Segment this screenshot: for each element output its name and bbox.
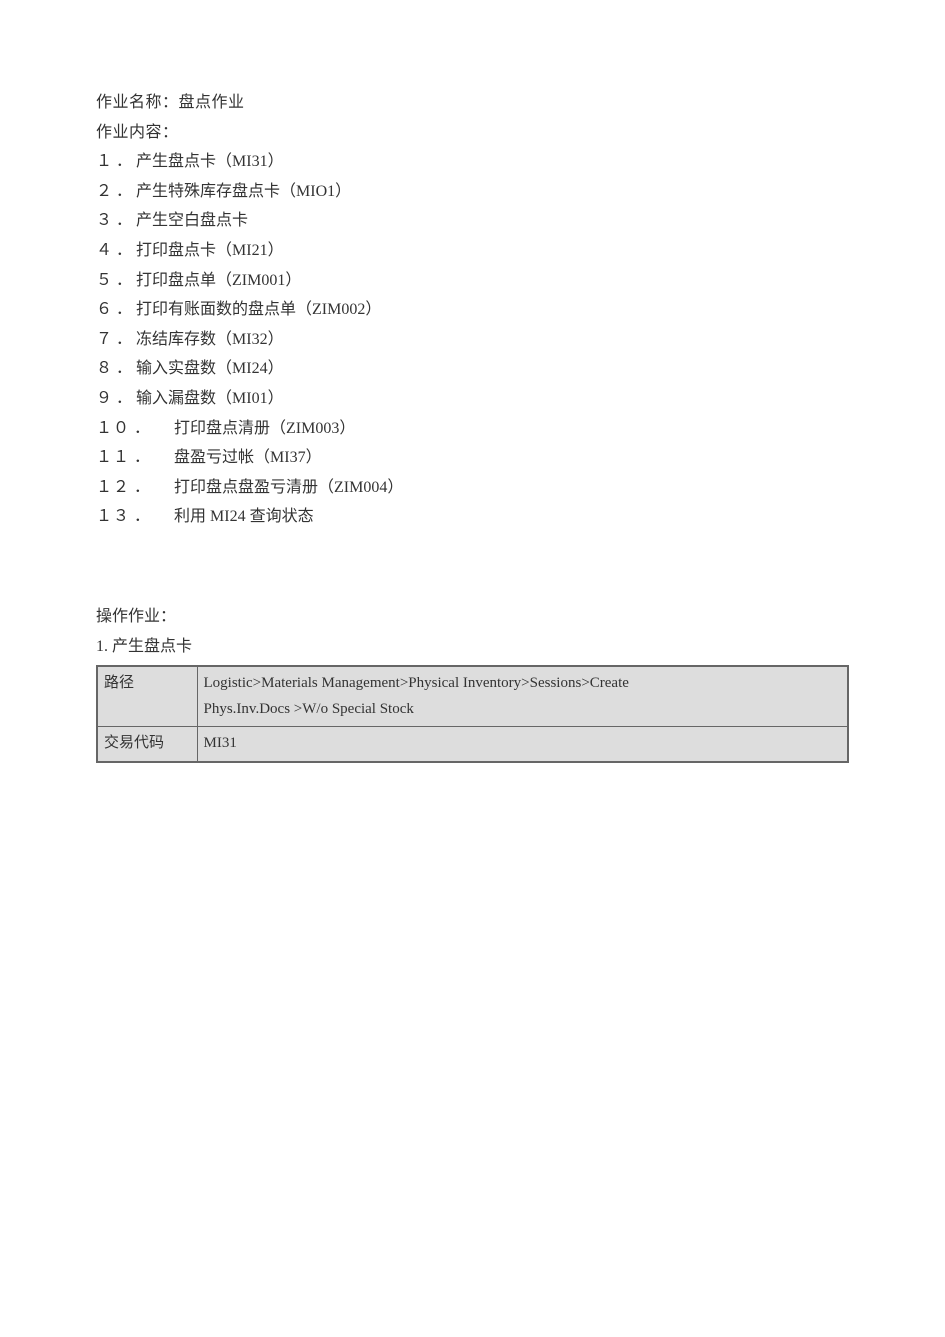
path-line-2: Phys.Inv.Docs >W/o Special Stock [204,701,414,717]
item-text: 冻结库存数（MI32） [136,331,284,348]
item-number: １３ [96,502,130,532]
dot: ． [116,325,132,355]
item-text: 产生空白盘点卡 [136,212,248,229]
list-item: ８．输入实盘数（MI24） [96,354,849,384]
dot: ． [134,502,150,532]
path-value-cell: Logistic>Materials Management>Physical I… [197,666,848,727]
item-text: 打印盘点清册（ZIM003） [174,414,355,444]
item-number: ７ [96,325,112,355]
dot: ． [134,473,150,503]
item-text: 产生盘点卡（MI31） [136,153,284,170]
item-text: 打印盘点单（ZIM001） [136,272,301,289]
content-list: １．产生盘点卡（MI31） ２．产生特殊库存盘点卡（MIO1） ３．产生空白盘点… [96,147,849,532]
item-number: ２ [96,177,112,207]
dot: ． [116,147,132,177]
dot: ． [116,266,132,296]
tcode-label-cell: 交易代码 [97,727,197,762]
list-item: １１． 盘盈亏过帐（MI37） [96,443,849,473]
task-name-value: 盘点作业 [179,94,245,111]
list-item: ７．冻结库存数（MI32） [96,325,849,355]
table-row: 路径 Logistic>Materials Management>Physica… [97,666,848,727]
item-number: １１ [96,443,130,473]
dot: ． [116,295,132,325]
list-item: ６．打印有账面数的盘点单（ZIM002） [96,295,849,325]
dot: ． [134,414,150,444]
item-text: 盘盈亏过帐（MI37） [174,443,322,473]
operation-step-title: 产生盘点卡 [112,638,192,655]
item-text: 输入实盘数（MI24） [136,360,284,377]
item-text: 输入漏盘数（MI01） [136,390,284,407]
list-item: １０． 打印盘点清册（ZIM003） [96,414,849,444]
path-label-cell: 路径 [97,666,197,727]
dot: ． [116,236,132,266]
task-content-label: 作业内容： [96,118,849,148]
table-row: 交易代码 MI31 [97,727,848,762]
list-item: １．产生盘点卡（MI31） [96,147,849,177]
task-name-label: 作业名称： [96,94,179,111]
item-number: ９ [96,384,112,414]
item-number: ５ [96,266,112,296]
item-number: ６ [96,295,112,325]
list-item: ４．打印盘点卡（MI21） [96,236,849,266]
item-number: ８ [96,354,112,384]
item-text: 打印盘点盘盈亏清册（ZIM004） [174,473,403,503]
item-number: １０ [96,414,130,444]
dot: ． [116,354,132,384]
list-item: １３． 利用 MI24 查询状态 [96,502,849,532]
operation-label: 操作作业： [96,602,849,632]
item-text: 产生特殊库存盘点卡（MIO1） [136,183,351,200]
item-number: ４ [96,236,112,266]
list-item: ５．打印盘点单（ZIM001） [96,266,849,296]
item-text: 打印有账面数的盘点单（ZIM002） [136,301,381,318]
list-item: ２．产生特殊库存盘点卡（MIO1） [96,177,849,207]
item-number: １ [96,147,112,177]
dot: ． [116,206,132,236]
dot: ． [134,443,150,473]
document-page: 作业名称：盘点作业 作业内容： １．产生盘点卡（MI31） ２．产生特殊库存盘点… [0,0,945,763]
item-number: １２ [96,473,130,503]
operation-table: 路径 Logistic>Materials Management>Physica… [96,665,849,763]
item-text: 利用 MI24 查询状态 [174,502,314,532]
operation-step: 1. 产生盘点卡 [96,632,849,662]
task-name-line: 作业名称：盘点作业 [96,88,849,118]
list-item: ９．输入漏盘数（MI01） [96,384,849,414]
item-number: ３ [96,206,112,236]
list-item: １２． 打印盘点盘盈亏清册（ZIM004） [96,473,849,503]
operation-step-prefix: 1. [96,638,112,655]
tcode-value-cell: MI31 [197,727,848,762]
path-line-1: Logistic>Materials Management>Physical I… [204,675,629,691]
dot: ． [116,177,132,207]
item-text: 打印盘点卡（MI21） [136,242,284,259]
list-item: ３．产生空白盘点卡 [96,206,849,236]
dot: ． [116,384,132,414]
